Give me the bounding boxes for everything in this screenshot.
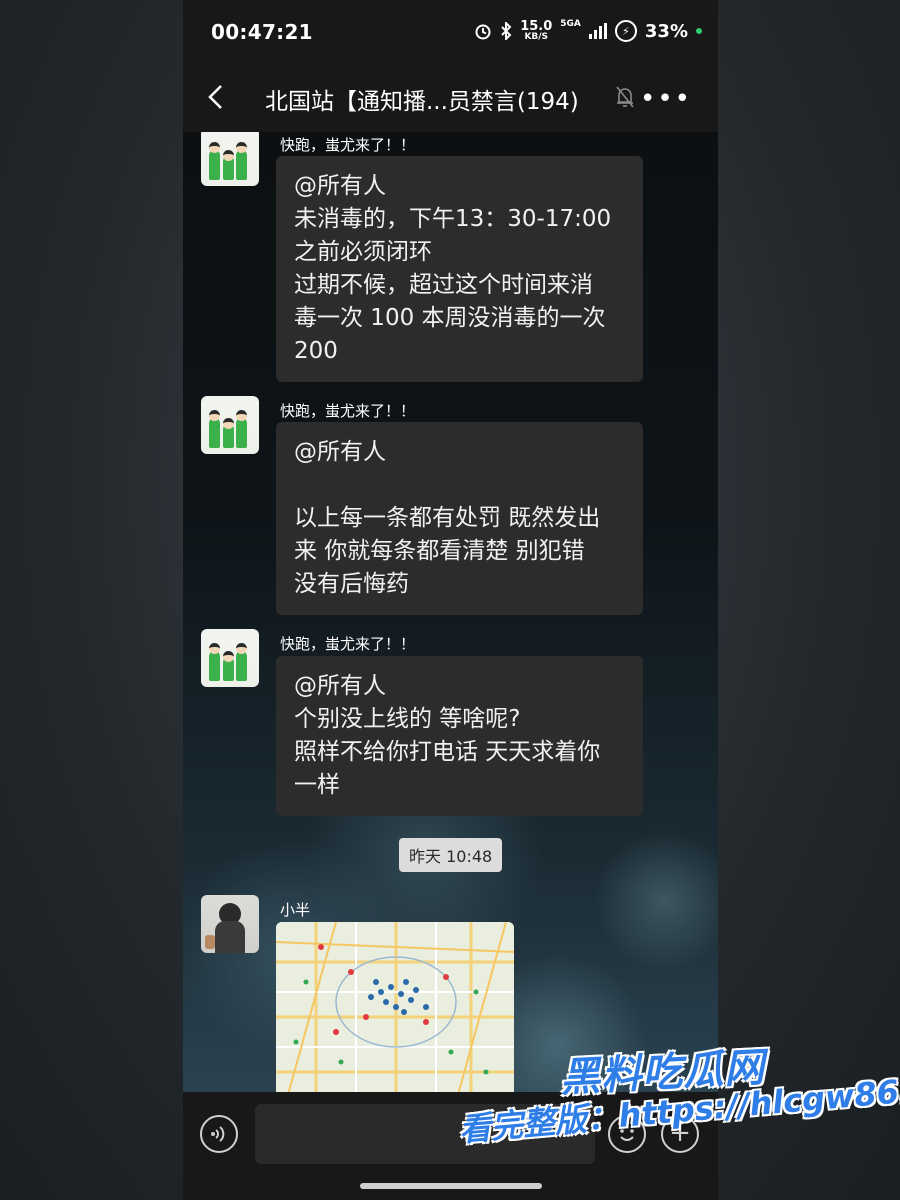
sender-name: 小半 (280, 901, 311, 919)
network-type: 5GA (560, 19, 581, 29)
message-line: 个别没上线的 等啥呢? (294, 706, 521, 732)
timestamp-divider: 昨天 10:48 (399, 838, 503, 872)
message-line: 之前必须闭环 (294, 239, 432, 265)
map-graphic (276, 922, 514, 1092)
phone-screen: 00:47:21 15.0 KB/S 5GA ⚡ 33% 北国站【通知播...员… (183, 0, 718, 1200)
message-bubble[interactable]: @所有人 个别没上线的 等啥呢? 照样不给你打电话 天天求着你 一样 (276, 656, 643, 816)
chat-header: 北国站【通知播...员禁言(194) ••• (183, 62, 718, 132)
chat-area[interactable]: 快跑，蚩尤来了！！ @所有人 未消毒的，下午13：30-17:00 之前必须闭环… (183, 132, 718, 1092)
message-line: 没有后悔药 (294, 571, 409, 597)
sender-name: 快跑，蚩尤来了！！ (280, 635, 416, 653)
status-bar: 00:47:21 15.0 KB/S 5GA ⚡ 33% (183, 0, 718, 62)
message-line: 来 你就每条都看清楚 别犯错 (294, 538, 585, 564)
ellipsis-icon[interactable]: ••• (640, 84, 692, 114)
avatar[interactable] (201, 629, 259, 687)
message-line: 过期不候，超过这个时间来消 (294, 272, 593, 298)
chat-title: 北国站【通知播...员禁言(194) (265, 89, 579, 115)
message-bubble[interactable]: @所有人 以上每一条都有处罚 既然发出 来 你就每条都看清楚 别犯错 没有后悔药 (276, 422, 643, 615)
avatar[interactable] (201, 396, 259, 454)
battery-level: 33% (644, 20, 688, 42)
signal-icon (588, 23, 607, 39)
message-line: 200 (294, 338, 338, 364)
message-bubble[interactable]: @所有人 未消毒的，下午13：30-17:00 之前必须闭环 过期不候，超过这个… (276, 156, 643, 382)
home-indicator (360, 1183, 542, 1189)
message-line: 一样 (294, 772, 340, 798)
message-line (294, 469, 625, 502)
message-line: @所有人 (294, 673, 386, 699)
status-time: 00:47:21 (211, 20, 313, 44)
sender-name: 快跑，蚩尤来了！！ (280, 402, 416, 420)
battery-icon: ⚡ (614, 20, 637, 42)
avatar[interactable] (201, 895, 259, 953)
message-line: @所有人 (294, 439, 386, 465)
map-image[interactable] (276, 922, 514, 1092)
sender-name: 快跑，蚩尤来了！！ (280, 136, 416, 154)
bluetooth-icon (501, 22, 512, 40)
chevron-left-icon[interactable] (201, 80, 231, 114)
message-line: 以上每一条都有处罚 既然发出 (294, 505, 601, 531)
message-line: @所有人 (294, 173, 386, 199)
network-speed: 15.0 KB/S (520, 19, 553, 42)
message-line: 照样不给你打电话 天天求着你 (294, 739, 601, 765)
bell-off-icon (616, 86, 634, 108)
voice-icon[interactable] (200, 1115, 238, 1153)
status-dot (696, 28, 702, 34)
alarm-icon (475, 24, 491, 40)
message-line: 未消毒的，下午13：30-17:00 (294, 206, 612, 232)
message-line: 毒一次 100 本周没消毒的一次 (294, 305, 606, 331)
status-icons: 15.0 KB/S 5GA ⚡ 33% (474, 20, 702, 42)
avatar[interactable] (201, 132, 259, 186)
